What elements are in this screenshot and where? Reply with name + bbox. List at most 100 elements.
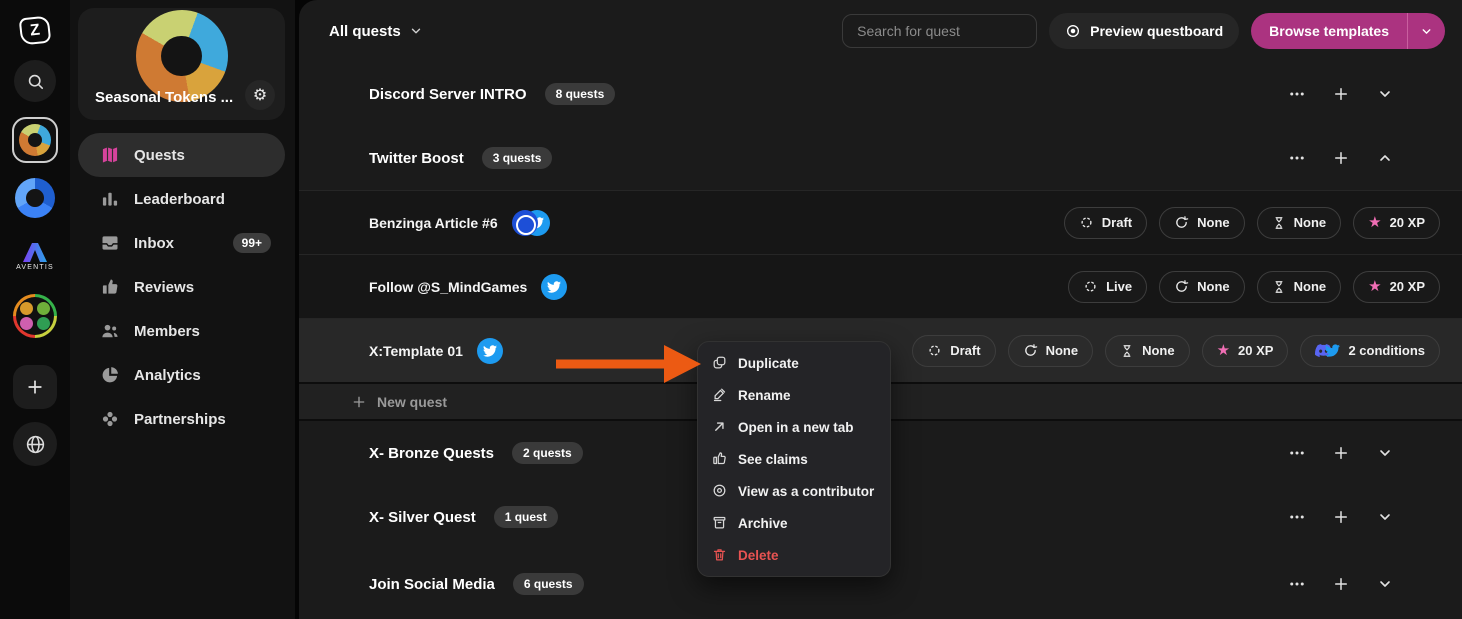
rail-search-button[interactable] <box>14 60 56 102</box>
community-avatar-seasonal-tokens-active[interactable] <box>12 117 58 163</box>
community-settings-button[interactable]: ⚙ <box>245 80 275 110</box>
browse-templates-dropdown-button[interactable] <box>1407 13 1445 49</box>
sidebar: Seasonal Tokens ... ⚙ Quests Leaderboard <box>70 0 295 619</box>
cooldown-label: None <box>1294 215 1327 230</box>
bar-chart-icon <box>100 189 120 209</box>
sidebar-item-label: Analytics <box>134 367 201 384</box>
more-actions-button[interactable] <box>1286 442 1308 464</box>
clover-icon <box>100 409 120 429</box>
quest-title: Follow @S_MindGames <box>369 279 527 295</box>
status-badge[interactable]: Live <box>1068 271 1147 303</box>
star-icon: ★ <box>1368 279 1381 294</box>
more-actions-button[interactable] <box>1286 147 1308 169</box>
menu-item-rename[interactable]: Rename <box>698 379 890 411</box>
app-window: Z AVENTIS <box>0 0 1462 619</box>
recurrence-label: None <box>1197 279 1230 294</box>
xp-badge[interactable]: ★ 20 XP <box>1202 335 1289 367</box>
twitter-icon <box>541 274 567 300</box>
preview-questboard-button[interactable]: Preview questboard <box>1049 13 1239 49</box>
chevron-up-icon[interactable] <box>1374 147 1396 169</box>
members-icon <box>100 321 120 341</box>
community-header[interactable]: Seasonal Tokens ... ⚙ <box>78 8 285 120</box>
community-avatar-blue-swirl[interactable] <box>15 178 55 218</box>
quest-row[interactable]: Benzinga Article #6 Draft None No <box>299 190 1462 254</box>
sidebar-item-label: Reviews <box>134 279 194 296</box>
zealy-logo[interactable]: Z <box>19 16 52 46</box>
cooldown-label: None <box>1142 343 1175 358</box>
recurrence-badge[interactable]: None <box>1159 271 1245 303</box>
explore-communities-button[interactable] <box>13 422 57 466</box>
quest-count-badge: 6 quests <box>513 573 584 595</box>
cooldown-label: None <box>1294 279 1327 294</box>
add-community-button[interactable] <box>13 365 57 409</box>
search-input[interactable] <box>842 14 1037 48</box>
community-name: Seasonal Tokens ... <box>95 89 239 106</box>
map-icon <box>100 145 120 165</box>
menu-item-open-new-tab[interactable]: Open in a new tab <box>698 411 890 443</box>
seasonal-tokens-logo-icon <box>19 124 51 156</box>
quest-filter-dropdown[interactable]: All quests <box>329 23 423 40</box>
add-quest-button[interactable] <box>1330 83 1352 105</box>
chevron-down-icon[interactable] <box>1374 83 1396 105</box>
aventis-logo-icon <box>20 241 50 263</box>
add-quest-button[interactable] <box>1330 506 1352 528</box>
pie-chart-icon <box>100 365 120 385</box>
sidebar-item-quests[interactable]: Quests <box>78 133 285 177</box>
duplicate-icon <box>712 355 728 371</box>
menu-item-label: Rename <box>738 388 791 403</box>
quest-context-menu: Duplicate Rename Open in a new tab See c… <box>697 341 891 577</box>
category-title: Twitter Boost <box>369 150 464 167</box>
sidebar-item-inbox[interactable]: Inbox 99+ <box>78 221 285 265</box>
cooldown-badge[interactable]: None <box>1257 271 1342 303</box>
hourglass-icon <box>1272 216 1286 230</box>
inbox-count-badge: 99+ <box>233 233 271 253</box>
status-badge[interactable]: Draft <box>912 335 995 367</box>
quests-toolbar: All quests Preview questboard Browse tem… <box>299 0 1462 62</box>
browse-templates-button[interactable]: Browse templates <box>1251 13 1407 49</box>
menu-item-see-claims[interactable]: See claims <box>698 443 890 475</box>
cooldown-badge[interactable]: None <box>1257 207 1342 239</box>
sidebar-item-leaderboard[interactable]: Leaderboard <box>78 177 285 221</box>
category-title: Join Social Media <box>369 576 495 593</box>
more-actions-button[interactable] <box>1286 83 1308 105</box>
menu-item-delete[interactable]: Delete <box>698 539 890 571</box>
status-badge[interactable]: Draft <box>1064 207 1147 239</box>
sidebar-item-members[interactable]: Members <box>78 309 285 353</box>
conditions-badge[interactable]: 2 conditions <box>1300 335 1440 367</box>
recurrence-badge[interactable]: None <box>1008 335 1094 367</box>
quest-category-row[interactable]: Twitter Boost 3 quests <box>299 126 1462 190</box>
more-actions-button[interactable] <box>1286 506 1308 528</box>
sidebar-item-label: Partnerships <box>134 411 226 428</box>
community-avatar-aventis[interactable]: AVENTIS <box>11 233 59 279</box>
community-avatar-seasons[interactable] <box>13 294 57 338</box>
cooldown-badge[interactable]: None <box>1105 335 1190 367</box>
add-quest-button[interactable] <box>1330 573 1352 595</box>
conditions-label: 2 conditions <box>1348 343 1425 358</box>
recurrence-badge[interactable]: None <box>1159 207 1245 239</box>
sidebar-item-analytics[interactable]: Analytics <box>78 353 285 397</box>
category-title: Discord Server INTRO <box>369 86 527 103</box>
menu-item-duplicate[interactable]: Duplicate <box>698 347 890 379</box>
quest-category-row[interactable]: Discord Server INTRO 8 quests <box>299 62 1462 126</box>
chevron-down-icon[interactable] <box>1374 442 1396 464</box>
sidebar-nav: Quests Leaderboard Inbox 99+ Reviews <box>78 133 285 441</box>
sidebar-item-partnerships[interactable]: Partnerships <box>78 397 285 441</box>
menu-item-view-as-contributor[interactable]: View as a contributor <box>698 475 890 507</box>
refresh-icon <box>1174 279 1189 294</box>
chevron-down-icon[interactable] <box>1374 573 1396 595</box>
add-quest-button[interactable] <box>1330 147 1352 169</box>
sidebar-item-reviews[interactable]: Reviews <box>78 265 285 309</box>
sidebar-item-label: Leaderboard <box>134 191 225 208</box>
xp-badge[interactable]: ★ 20 XP <box>1353 271 1440 303</box>
status-label: Live <box>1106 279 1132 294</box>
add-quest-button[interactable] <box>1330 442 1352 464</box>
xp-label: 20 XP <box>1390 215 1425 230</box>
quest-row[interactable]: Follow @S_MindGames Live None None <box>299 254 1462 318</box>
view-icon <box>712 483 728 499</box>
xp-badge[interactable]: ★ 20 XP <box>1353 207 1440 239</box>
community-rail: Z AVENTIS <box>0 0 70 619</box>
menu-item-archive[interactable]: Archive <box>698 507 890 539</box>
leaf-icon <box>37 302 50 315</box>
more-actions-button[interactable] <box>1286 573 1308 595</box>
chevron-down-icon[interactable] <box>1374 506 1396 528</box>
